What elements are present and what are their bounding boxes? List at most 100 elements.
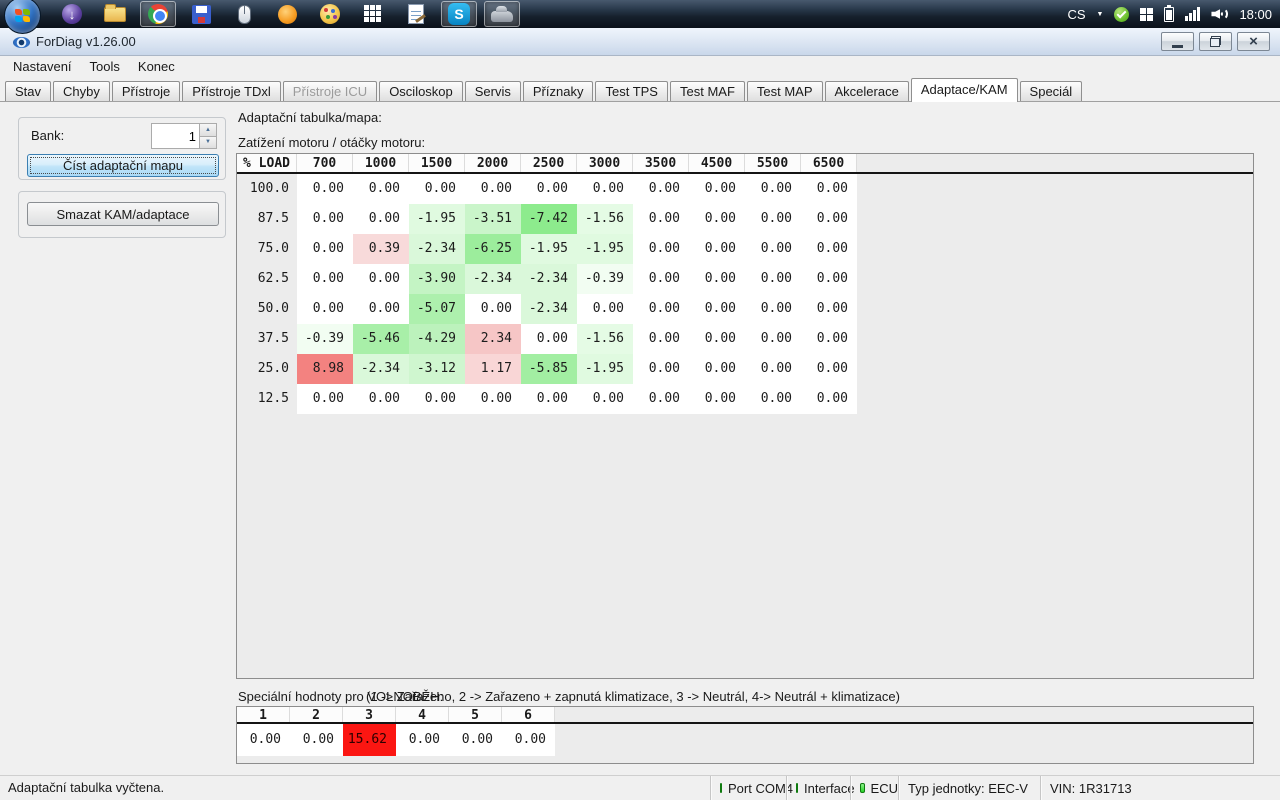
status-segments: Port COM4InterfaceECUTyp jednotky: EEC-V… (710, 776, 1280, 800)
map-cell: 0.39 (353, 234, 409, 264)
tab-servis[interactable]: Servis (465, 81, 521, 101)
map-cell: 0.00 (353, 384, 409, 414)
map-cell: 0.00 (465, 174, 521, 204)
battery-icon[interactable] (1164, 7, 1174, 22)
map-cell: 0.00 (353, 264, 409, 294)
map-cell: 0.00 (409, 174, 465, 204)
taskbar-item-chrome[interactable] (140, 1, 176, 27)
led-icon (860, 783, 865, 793)
map-row-label: 75.0 (237, 234, 297, 264)
tab-osciloskop[interactable]: Osciloskop (379, 81, 463, 101)
menu-item-nastaven[interactable]: Nastavení (4, 56, 81, 77)
menu-item-konec[interactable]: Konec (129, 56, 184, 77)
map-cell: 0.00 (745, 264, 801, 294)
map-cell: 0.00 (297, 294, 353, 324)
windows-update-icon[interactable] (1140, 8, 1153, 21)
clock[interactable]: 18:00 (1239, 7, 1272, 22)
tab-strip: StavChybyPřístrojePřístroje TDxlPřístroj… (0, 77, 1280, 101)
status-bar: Adaptační tabulka vyčtena. Port COM4Inte… (0, 775, 1280, 800)
bank-input[interactable] (151, 123, 200, 149)
chrome-icon (148, 4, 168, 24)
tab-p-znaky[interactable]: Příznaky (523, 81, 594, 101)
bank-spinner: ▲ ▼ (151, 123, 217, 149)
antivirus-check-icon[interactable] (1114, 7, 1129, 22)
read-adaptation-map-button[interactable]: Číst adaptační mapu (27, 154, 219, 177)
map-header-cell: % LOAD (237, 154, 297, 172)
taskbar-item-download[interactable]: ↓ (54, 1, 90, 27)
map-cell: 0.00 (465, 384, 521, 414)
volume-icon[interactable] (1211, 7, 1228, 21)
idle-header-row: 123456 (237, 707, 1253, 724)
map-cell: -2.34 (353, 354, 409, 384)
taskbar-item-mouse-tool[interactable] (226, 1, 262, 27)
bank-spin-up[interactable]: ▲ (200, 123, 217, 137)
map-cell: 0.00 (745, 204, 801, 234)
map-header-cell: 1000 (353, 154, 409, 172)
taskbar-item-save-tool[interactable] (183, 1, 219, 27)
taskbar-item-orange-app[interactable] (269, 1, 305, 27)
minimize-button[interactable] (1161, 32, 1194, 51)
menu-item-tools[interactable]: Tools (81, 56, 129, 77)
language-indicator[interactable]: CS (1067, 7, 1085, 22)
map-cell: -5.46 (353, 324, 409, 354)
idle-values-table: 123456 0.000.0015.620.000.000.00 (236, 706, 1254, 764)
map-header-cell: 6500 (801, 154, 857, 172)
restore-button[interactable] (1199, 32, 1232, 51)
taskbar-item-explorer[interactable] (97, 1, 133, 27)
map-cell: 0.00 (465, 294, 521, 324)
tab-akcelerace[interactable]: Akcelerace (825, 81, 909, 101)
map-cell: 0.00 (689, 174, 745, 204)
map-cell: 0.00 (353, 294, 409, 324)
map-cell: 0.00 (801, 234, 857, 264)
status-segment-text: ECU (871, 781, 898, 796)
window-controls: × (1161, 32, 1270, 51)
map-cell: -3.12 (409, 354, 465, 384)
idle-header-cell: 3 (343, 707, 396, 722)
bank-spin-down[interactable]: ▼ (200, 137, 217, 150)
map-row: 87.50.000.00-1.95-3.51-7.42-1.560.000.00… (237, 204, 1253, 234)
map-header-row: % LOAD7001000150020002500300035004500550… (237, 154, 1253, 174)
tray-expand-icon[interactable]: ▼ (1097, 11, 1104, 18)
map-cell: -0.39 (297, 324, 353, 354)
map-cell: 0.00 (745, 294, 801, 324)
map-cell: -4.29 (409, 324, 465, 354)
network-signal-icon[interactable] (1185, 7, 1200, 21)
map-cell: 0.00 (745, 384, 801, 414)
tab-test-tps[interactable]: Test TPS (595, 81, 668, 101)
map-cell: 0.00 (801, 264, 857, 294)
map-row-label: 37.5 (237, 324, 297, 354)
map-cell: 0.00 (297, 174, 353, 204)
close-button[interactable]: × (1237, 32, 1270, 51)
tab-test-map[interactable]: Test MAP (747, 81, 823, 101)
tab-test-maf[interactable]: Test MAF (670, 81, 745, 101)
tab-p-stroje-icu[interactable]: Přístroje ICU (283, 81, 377, 101)
tab-stav[interactable]: Stav (5, 81, 51, 101)
map-cell: 0.00 (577, 384, 633, 414)
map-cell: 0.00 (297, 264, 353, 294)
taskbar-item-grid-app[interactable] (355, 1, 391, 27)
tab-chyby[interactable]: Chyby (53, 81, 110, 101)
map-row: 75.00.000.39-2.34-6.25-1.95-1.950.000.00… (237, 234, 1253, 264)
map-cell: 0.00 (297, 384, 353, 414)
idle-cell: 0.00 (396, 724, 449, 756)
window-title: ForDiag v1.26.00 (36, 34, 136, 49)
tab-adaptace-kam[interactable]: Adaptace/KAM (911, 78, 1018, 102)
tab-p-stroje[interactable]: Přístroje (112, 81, 180, 101)
map-cell: -2.34 (465, 264, 521, 294)
clear-kam-button[interactable]: Smazat KAM/adaptace (27, 202, 219, 226)
map-row: 25.08.98-2.34-3.121.17-5.85-1.950.000.00… (237, 354, 1253, 384)
taskbar-item-notes[interactable] (398, 1, 434, 27)
taskbar-item-fordiag[interactable] (484, 1, 520, 27)
map-cell: -2.34 (521, 264, 577, 294)
map-row: 12.50.000.000.000.000.000.000.000.000.00… (237, 384, 1253, 414)
map-header-cell: 3500 (633, 154, 689, 172)
map-cell: -3.51 (465, 204, 521, 234)
tab-p-stroje-tdxl[interactable]: Přístroje TDxl (182, 81, 281, 101)
taskbar-item-skype[interactable]: S (441, 1, 477, 27)
map-cell: -2.34 (521, 294, 577, 324)
map-body: 100.00.000.000.000.000.000.000.000.000.0… (237, 174, 1253, 414)
led-icon (796, 783, 798, 793)
map-cell: 0.00 (577, 174, 633, 204)
taskbar-item-paint[interactable] (312, 1, 348, 27)
tab-speci-l[interactable]: Speciál (1020, 81, 1083, 101)
